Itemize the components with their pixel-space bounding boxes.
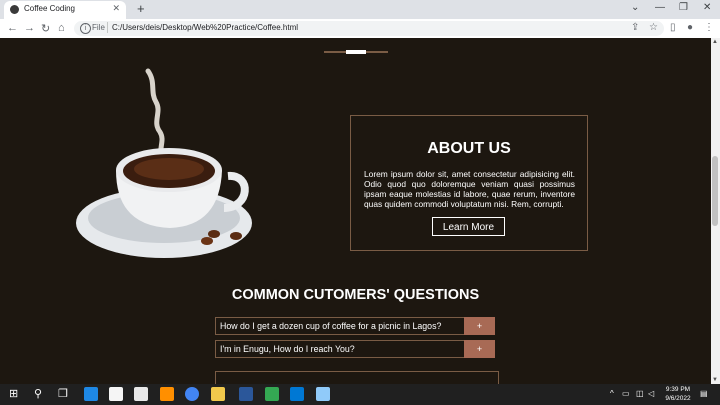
app-icon[interactable] — [316, 387, 330, 401]
page-content: ABOUT US Lorem ipsum dolor sit, amet con… — [0, 38, 711, 384]
mail-icon[interactable] — [134, 387, 148, 401]
about-us-card: ABOUT US Lorem ipsum dolor sit, amet con… — [350, 115, 588, 251]
tab-search-icon[interactable]: ⌄ — [631, 2, 639, 13]
network-icon[interactable]: ◫ — [636, 389, 644, 398]
task-view-icon[interactable]: ❐ — [58, 387, 68, 400]
window-close-button[interactable]: ✕ — [703, 2, 711, 13]
browser-tab-bar: Coffee Coding ✕ + ⌄ — ❐ ✕ — [0, 0, 720, 19]
coffee-crema-shape — [134, 158, 204, 180]
scroll-up-icon[interactable]: ▲ — [712, 39, 718, 45]
decorative-divider-center — [346, 50, 366, 54]
volume-icon[interactable]: ◁ — [648, 389, 654, 398]
coffee-cup-image — [76, 68, 252, 258]
faq-item[interactable]: How do I get a dozen cup of coffee for a… — [215, 317, 495, 335]
new-tab-button[interactable]: + — [137, 1, 145, 16]
faq-expand-button[interactable]: + — [464, 317, 495, 335]
side-panel-icon[interactable]: ▯ — [670, 22, 676, 33]
browser-tab[interactable]: Coffee Coding ✕ — [4, 1, 126, 19]
browser-toolbar: ← → ↻ ⌂ i File C:/Users/deis/Desktop/Web… — [0, 19, 720, 39]
restore-button[interactable]: ❐ — [679, 2, 688, 13]
vscode-icon[interactable] — [290, 387, 304, 401]
menu-icon[interactable]: ⋮ — [704, 22, 714, 33]
edge-icon[interactable] — [84, 387, 98, 401]
info-icon[interactable]: i — [80, 23, 91, 34]
faq-question[interactable]: How do I get a dozen cup of coffee for a… — [215, 317, 467, 335]
windows-start-icon[interactable]: ⊞ — [9, 387, 18, 400]
battery-icon[interactable]: ▭ — [622, 389, 630, 398]
chrome-icon[interactable] — [185, 387, 199, 401]
coffee-bean-shape — [230, 232, 242, 240]
address-bar[interactable]: i File C:/Users/deis/Desktop/Web%20Pract… — [74, 21, 664, 36]
coffee-bean-shape — [201, 237, 213, 245]
faq-item[interactable]: I'm in Enugu, How do I reach You? + — [215, 340, 495, 358]
chevron-up-icon[interactable]: ^ — [610, 389, 614, 398]
learn-more-button[interactable]: Learn More — [432, 217, 505, 236]
scrollbar-thumb[interactable] — [712, 156, 718, 226]
scroll-down-icon[interactable]: ▼ — [712, 377, 718, 383]
vlc-icon[interactable] — [160, 387, 174, 401]
back-arrow-icon[interactable]: ← — [7, 22, 18, 34]
faq-question[interactable]: I'm in Enugu, How do I reach You? — [215, 340, 467, 358]
partial-section-box — [215, 371, 499, 384]
tab-title: Coffee Coding — [24, 4, 75, 13]
forward-arrow-icon[interactable]: → — [24, 22, 35, 34]
notification-icon[interactable]: ▤ — [700, 389, 708, 398]
store-icon[interactable] — [109, 387, 123, 401]
notepad-plus-icon[interactable] — [265, 387, 279, 401]
about-us-text: Lorem ipsum dolor sit, amet consectetur … — [364, 169, 575, 209]
reload-icon[interactable]: ↻ — [41, 22, 50, 35]
file-explorer-icon[interactable] — [211, 387, 225, 401]
home-icon[interactable]: ⌂ — [58, 22, 65, 34]
address-url[interactable]: C:/Users/deis/Desktop/Web%20Practice/Cof… — [112, 23, 298, 32]
globe-icon — [10, 5, 19, 14]
share-icon[interactable]: ⇪ — [631, 22, 639, 33]
address-scheme: File — [92, 23, 105, 32]
faq-expand-button[interactable]: + — [464, 340, 495, 358]
faq-title: COMMON CUTOMERS' QUESTIONS — [231, 287, 480, 303]
search-icon[interactable]: ⚲ — [34, 387, 42, 400]
system-clock[interactable]: 9:39 PM 9/6/2022 — [660, 385, 696, 403]
coffee-bean-shape — [208, 230, 220, 238]
profile-icon[interactable]: ● — [687, 22, 693, 33]
word-icon[interactable] — [239, 387, 253, 401]
minimize-button[interactable]: — — [655, 2, 665, 13]
address-separator — [107, 22, 108, 33]
tab-close-icon[interactable]: ✕ — [112, 3, 120, 14]
bookmark-star-icon[interactable]: ☆ — [649, 22, 658, 33]
page-scrollbar[interactable]: ▲ ▼ — [711, 38, 720, 384]
clock-date: 9/6/2022 — [665, 395, 691, 402]
about-us-title: ABOUT US — [427, 140, 511, 157]
clock-time: 9:39 PM — [665, 386, 691, 393]
windows-taskbar: ⊞ ⚲ ❐ ^ ▭ ◫ ◁ 9:39 PM 9/6/2022 ▤ — [0, 384, 720, 405]
